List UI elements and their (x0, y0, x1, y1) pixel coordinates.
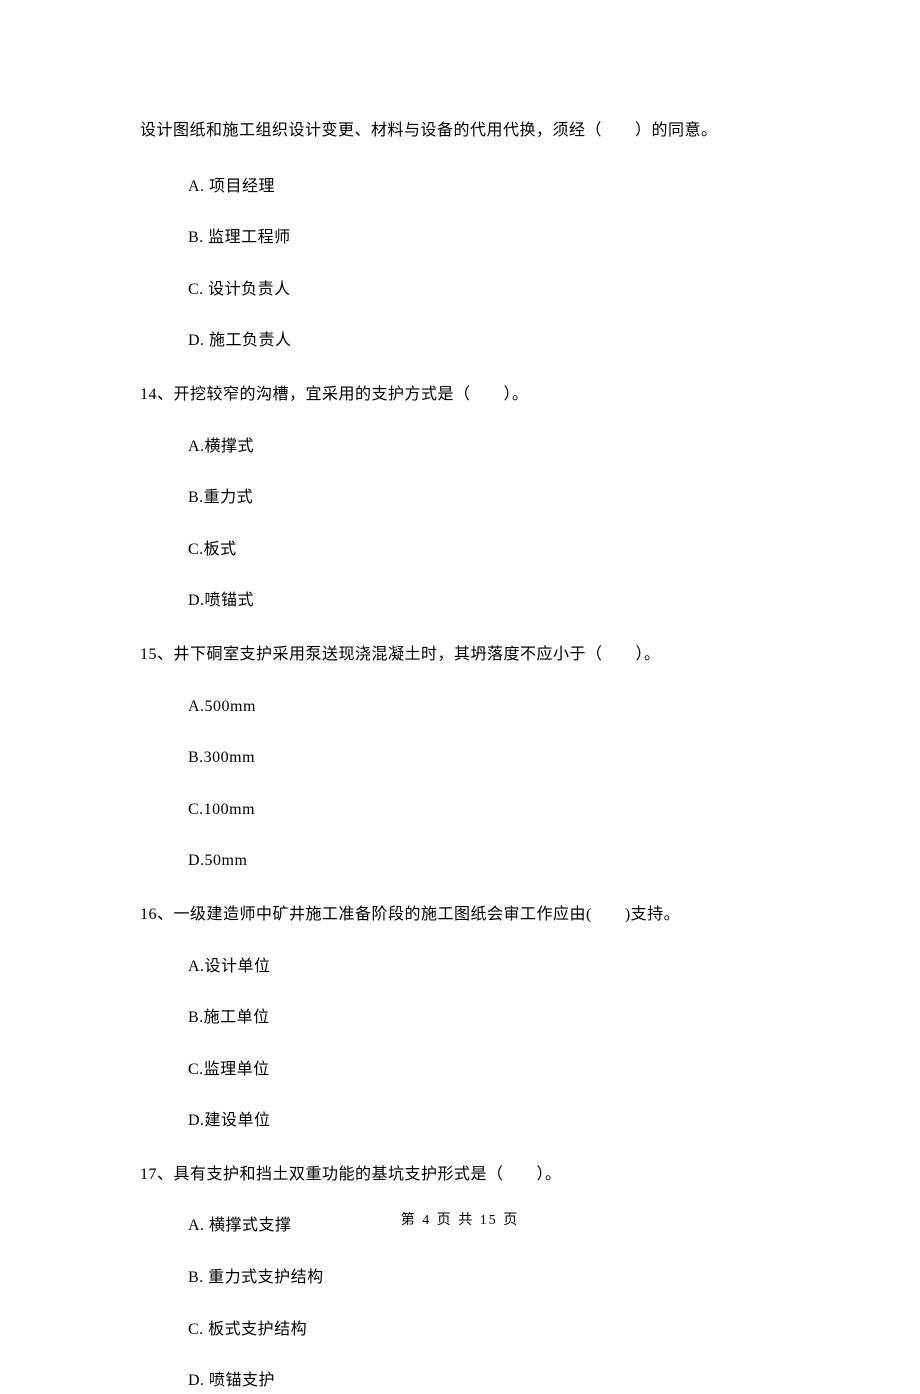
question-text: 15、井下硐室支护采用泵送现浇混凝土时，其坍落度不应小于（ ）。 (140, 642, 780, 668)
option-b: B. 监理工程师 (188, 225, 780, 251)
question-text: 17、具有支护和挡土双重功能的基坑支护形式是（ ）。 (140, 1162, 780, 1188)
option-d: D. 施工负责人 (188, 328, 780, 354)
option-d: D. 喷锚支护 (188, 1368, 780, 1394)
option-c: C.100mm (188, 797, 780, 823)
option-b: B.300mm (188, 745, 780, 771)
option-a: A.横撑式 (188, 434, 780, 460)
option-c: C.板式 (188, 537, 780, 563)
option-c: C. 板式支护结构 (188, 1317, 780, 1343)
question-15: 15、井下硐室支护采用泵送现浇混凝土时，其坍落度不应小于（ ）。 A.500mm… (140, 642, 780, 874)
question-text: 16、一级建造师中矿井施工准备阶段的施工图纸会审工作应由( )支持。 (140, 902, 780, 928)
option-c: C.监理单位 (188, 1057, 780, 1083)
question-17: 17、具有支护和挡土双重功能的基坑支护形式是（ ）。 A. 横撑式支撑 B. 重… (140, 1162, 780, 1394)
question-text: 14、开挖较窄的沟槽，宜采用的支护方式是（ ）。 (140, 382, 780, 408)
question-16: 16、一级建造师中矿井施工准备阶段的施工图纸会审工作应由( )支持。 A.设计单… (140, 902, 780, 1134)
option-d: D.喷锚式 (188, 588, 780, 614)
option-a: A. 项目经理 (188, 174, 780, 200)
question-13-options: A. 项目经理 B. 监理工程师 C. 设计负责人 D. 施工负责人 (140, 174, 780, 354)
option-b: B.施工单位 (188, 1005, 780, 1031)
option-d: D.50mm (188, 848, 780, 874)
option-d: D.建设单位 (188, 1108, 780, 1134)
option-c: C. 设计负责人 (188, 277, 780, 303)
option-a: A.500mm (188, 694, 780, 720)
option-b: B.重力式 (188, 485, 780, 511)
page-number: 第 4 页 共 15 页 (0, 1210, 920, 1232)
option-b: B. 重力式支护结构 (188, 1265, 780, 1291)
document-page: 设计图纸和施工组织设计变更、材料与设备的代用代换，须经（ ）的同意。 A. 项目… (0, 0, 920, 1394)
question-continuation: 设计图纸和施工组织设计变更、材料与设备的代用代换，须经（ ）的同意。 (140, 118, 780, 144)
question-14: 14、开挖较窄的沟槽，宜采用的支护方式是（ ）。 A.横撑式 B.重力式 C.板… (140, 382, 780, 614)
option-a: A.设计单位 (188, 954, 780, 980)
